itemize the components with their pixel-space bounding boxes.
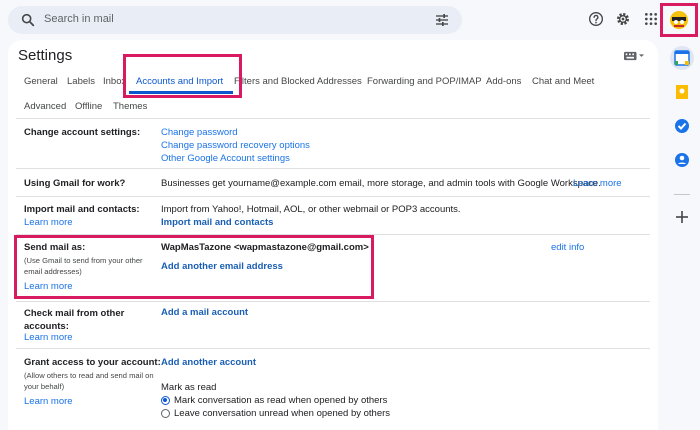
tab-labels[interactable]: Labels xyxy=(67,76,95,87)
apps-icon[interactable] xyxy=(643,11,659,27)
leave-unread-option[interactable]: Leave conversation unread when opened by… xyxy=(174,408,390,419)
rail-divider xyxy=(674,194,690,195)
change-account-label: Change account settings: xyxy=(24,127,141,138)
search-bar[interactable]: Search in mail xyxy=(8,6,462,34)
mark-as-read-title: Mark as read xyxy=(161,382,217,393)
grant-access-sub: (Allow others to read and send mail on y… xyxy=(24,371,154,391)
divider xyxy=(16,348,650,349)
avatar xyxy=(670,11,688,29)
plus-icon[interactable] xyxy=(673,208,691,226)
other-account-settings-link[interactable]: Other Google Account settings xyxy=(161,153,290,164)
tab-forwarding-pop-imap[interactable]: Forwarding and POP/IMAP xyxy=(367,76,482,87)
contacts-icon[interactable] xyxy=(673,151,691,169)
check-mail-learn-more-link[interactable]: Learn more xyxy=(24,332,73,343)
check-mail-label: Check mail from other accounts: xyxy=(24,308,125,332)
highlight-box-send-as xyxy=(14,235,374,299)
tab-advanced[interactable]: Advanced xyxy=(24,101,66,112)
divider xyxy=(16,301,650,302)
tune-icon[interactable] xyxy=(434,12,450,28)
add-another-account-link[interactable]: Add another account xyxy=(161,357,256,368)
import-label: Import mail and contacts: xyxy=(24,204,140,215)
tab-offline[interactable]: Offline xyxy=(75,101,102,112)
mark-read-option[interactable]: Mark conversation as read when opened by… xyxy=(174,395,387,406)
search-input[interactable]: Search in mail xyxy=(44,13,114,25)
keyboard-icon[interactable] xyxy=(624,51,644,61)
mark-read-radio[interactable] xyxy=(161,396,170,405)
calendar-icon[interactable] xyxy=(673,49,691,67)
tab-add-ons[interactable]: Add-ons xyxy=(486,76,521,87)
add-mail-account-link[interactable]: Add a mail account xyxy=(161,307,248,318)
help-icon[interactable] xyxy=(588,11,604,27)
side-panel xyxy=(664,40,700,430)
leave-unread-radio[interactable] xyxy=(161,409,170,418)
workspace-learn-more-link[interactable]: Learn more xyxy=(573,178,622,189)
edit-info-link[interactable]: edit info xyxy=(551,242,584,253)
keep-icon[interactable] xyxy=(673,83,691,101)
import-text: Import from Yahoo!, Hotmail, AOL, or oth… xyxy=(161,204,461,215)
highlight-box-tab xyxy=(123,54,242,98)
search-icon[interactable] xyxy=(20,12,36,28)
page-title: Settings xyxy=(18,47,73,64)
change-recovery-link[interactable]: Change password recovery options xyxy=(161,140,310,151)
tab-chat-and-meet[interactable]: Chat and Meet xyxy=(532,76,594,87)
divider xyxy=(16,168,650,169)
account-avatar-button[interactable] xyxy=(660,3,698,37)
divider xyxy=(16,118,650,119)
tab-filters-and-blocked[interactable]: Filters and Blocked Addresses xyxy=(234,76,362,87)
import-mail-contacts-link[interactable]: Import mail and contacts xyxy=(161,217,273,228)
gear-icon[interactable] xyxy=(615,11,631,27)
grant-learn-more-link[interactable]: Learn more xyxy=(24,396,73,407)
change-password-link[interactable]: Change password xyxy=(161,127,238,138)
grant-access-label: Grant access to your account: xyxy=(24,357,161,368)
tab-general[interactable]: General xyxy=(24,76,58,87)
tab-themes[interactable]: Themes xyxy=(113,101,147,112)
divider xyxy=(16,196,650,197)
tasks-icon[interactable] xyxy=(673,117,691,135)
gmail-work-text: Businesses get yourname@example.com emai… xyxy=(161,178,601,189)
import-learn-more-link[interactable]: Learn more xyxy=(24,217,73,228)
gmail-work-label: Using Gmail for work? xyxy=(24,178,126,189)
